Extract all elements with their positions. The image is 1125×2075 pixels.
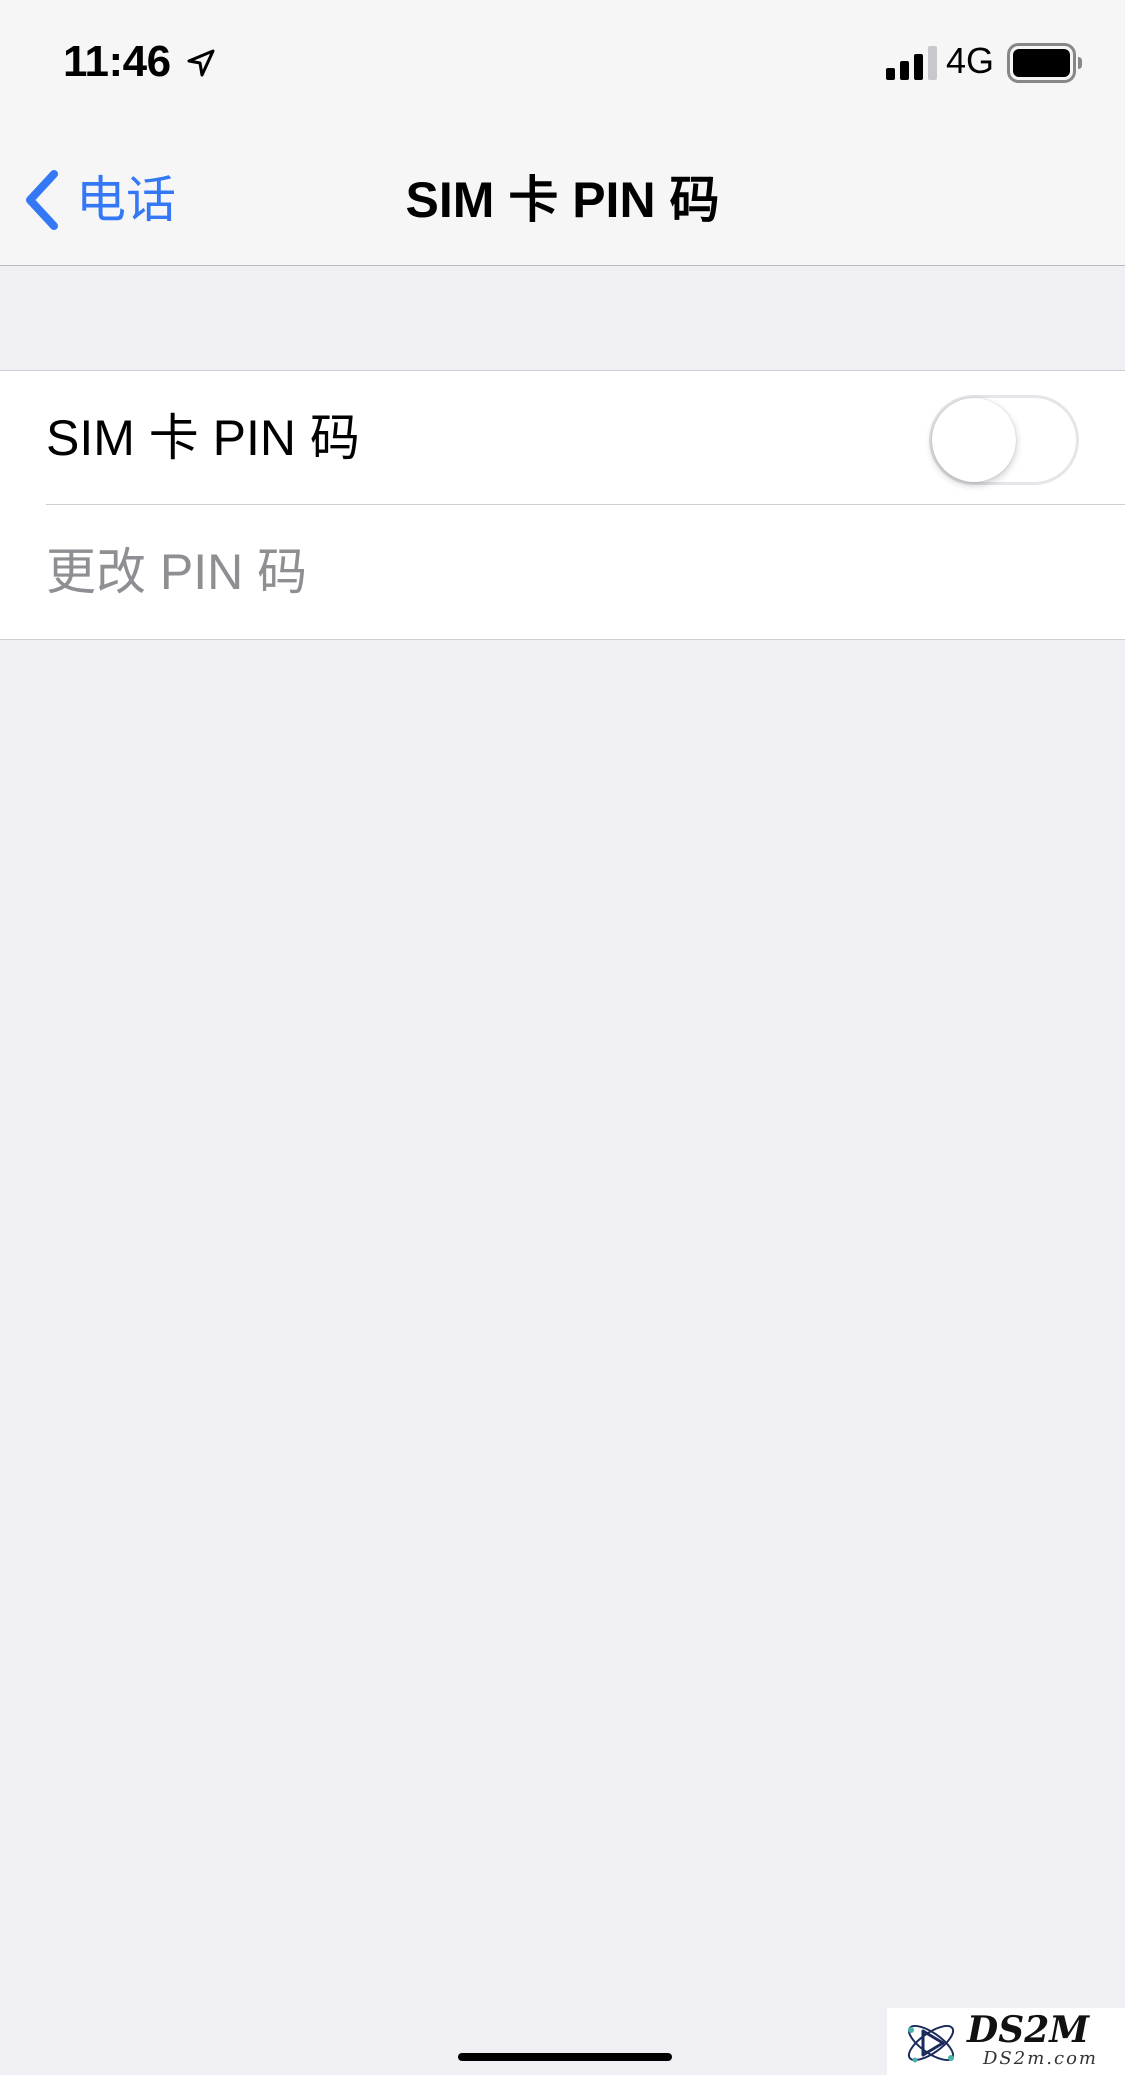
ds2m-logo-icon [907, 2024, 955, 2063]
toggle-knob [932, 398, 1016, 482]
home-indicator[interactable] [458, 2053, 672, 2061]
watermark-brand: DS2M [967, 2009, 1090, 2051]
status-bar: 11:46 4G [0, 0, 1125, 132]
sim-pin-toggle[interactable] [929, 395, 1079, 485]
change-pin-label: 更改 PIN 码 [46, 544, 308, 600]
settings-group: SIM 卡 PIN 码 更改 PIN 码 [0, 370, 1125, 640]
status-time: 11:46 [63, 37, 171, 86]
battery-icon [1007, 43, 1082, 83]
sim-pin-row: SIM 卡 PIN 码 [0, 371, 1125, 505]
location-arrow-icon [187, 49, 215, 77]
page-title: SIM 卡 PIN 码 [405, 172, 720, 228]
change-pin-row[interactable]: 更改 PIN 码 [0, 505, 1125, 639]
network-type-label: 4G [946, 40, 995, 81]
navigation-bar: 电话 SIM 卡 PIN 码 [0, 132, 1125, 266]
watermark-domain: DS2m.com [983, 2048, 1098, 2069]
sim-pin-label: SIM 卡 PIN 码 [46, 410, 360, 466]
cellular-signal-icon [886, 46, 937, 80]
watermark: DS2M DS2m.com [887, 2008, 1125, 2075]
